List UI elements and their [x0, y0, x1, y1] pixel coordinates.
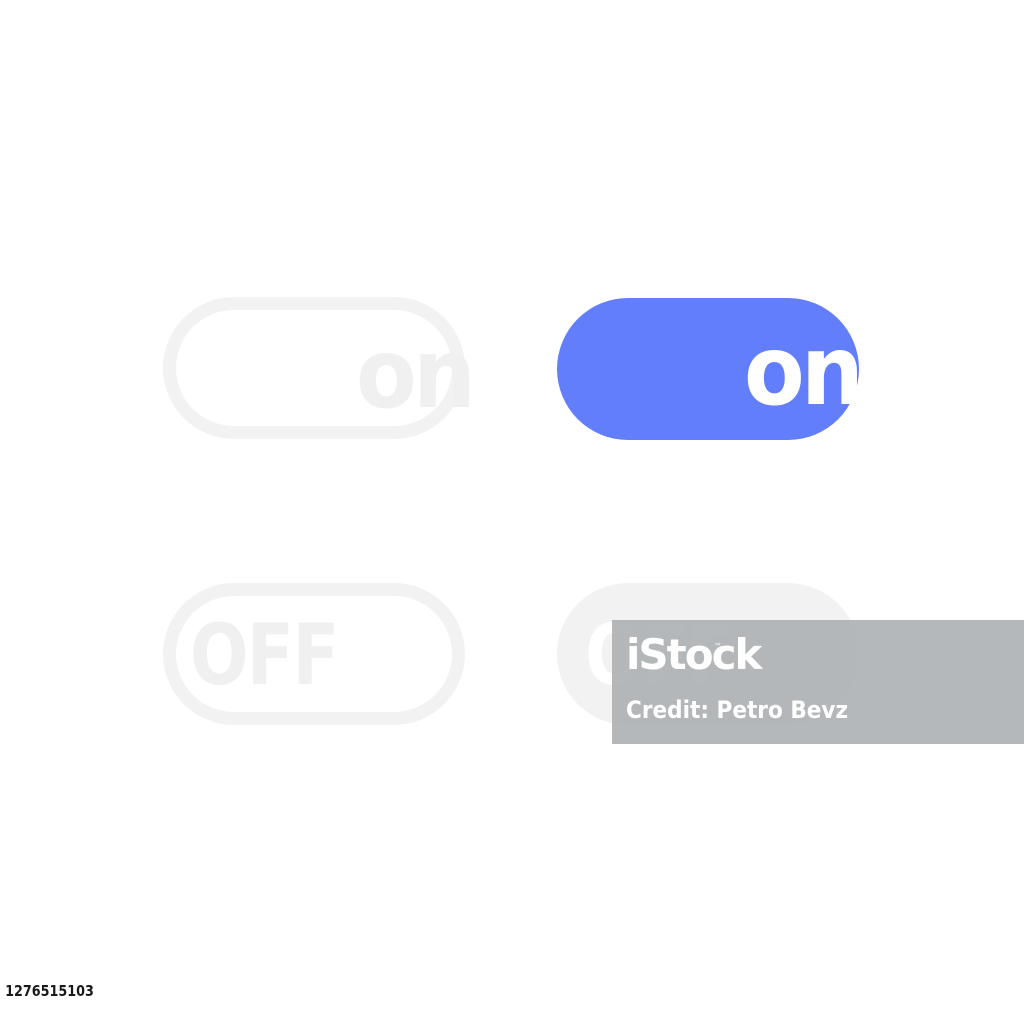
toggle-on-filled[interactable]: on — [557, 298, 864, 440]
canvas: on on OFF OFF iStock ™ Credit: Petro Bev… — [0, 0, 1024, 1024]
stock-watermark: iStock ™ Credit: Petro Bevz — [612, 620, 1024, 744]
watermark-credit: Credit: Petro Bevz — [626, 696, 849, 724]
toggle-on-label: on — [744, 315, 864, 427]
image-id-label: 1276515103 — [0, 977, 99, 1005]
toggle-off-label: OFF — [190, 606, 339, 704]
toggle-on-label: on — [356, 318, 476, 430]
toggle-on-outline[interactable]: on — [163, 297, 476, 439]
toggle-off-outline[interactable]: OFF — [163, 583, 465, 725]
watermark-brand: iStock — [626, 630, 762, 679]
watermark-trademark: ™ — [714, 642, 722, 651]
